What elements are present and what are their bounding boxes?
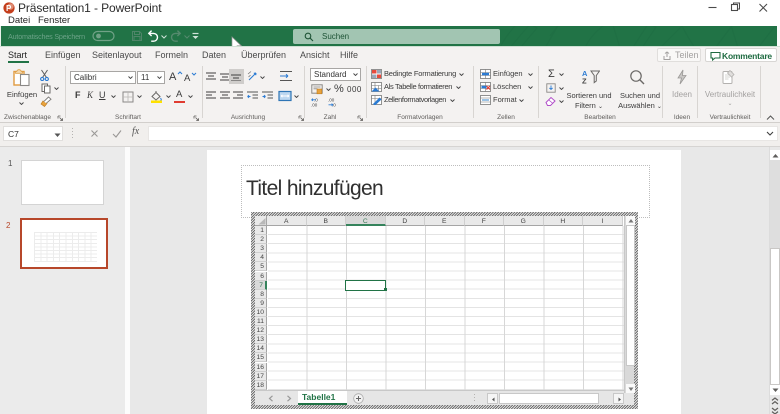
svg-text:Z: Z <box>582 77 587 85</box>
svg-text:.00: .00 <box>311 103 318 108</box>
svg-text:P: P <box>6 4 12 13</box>
